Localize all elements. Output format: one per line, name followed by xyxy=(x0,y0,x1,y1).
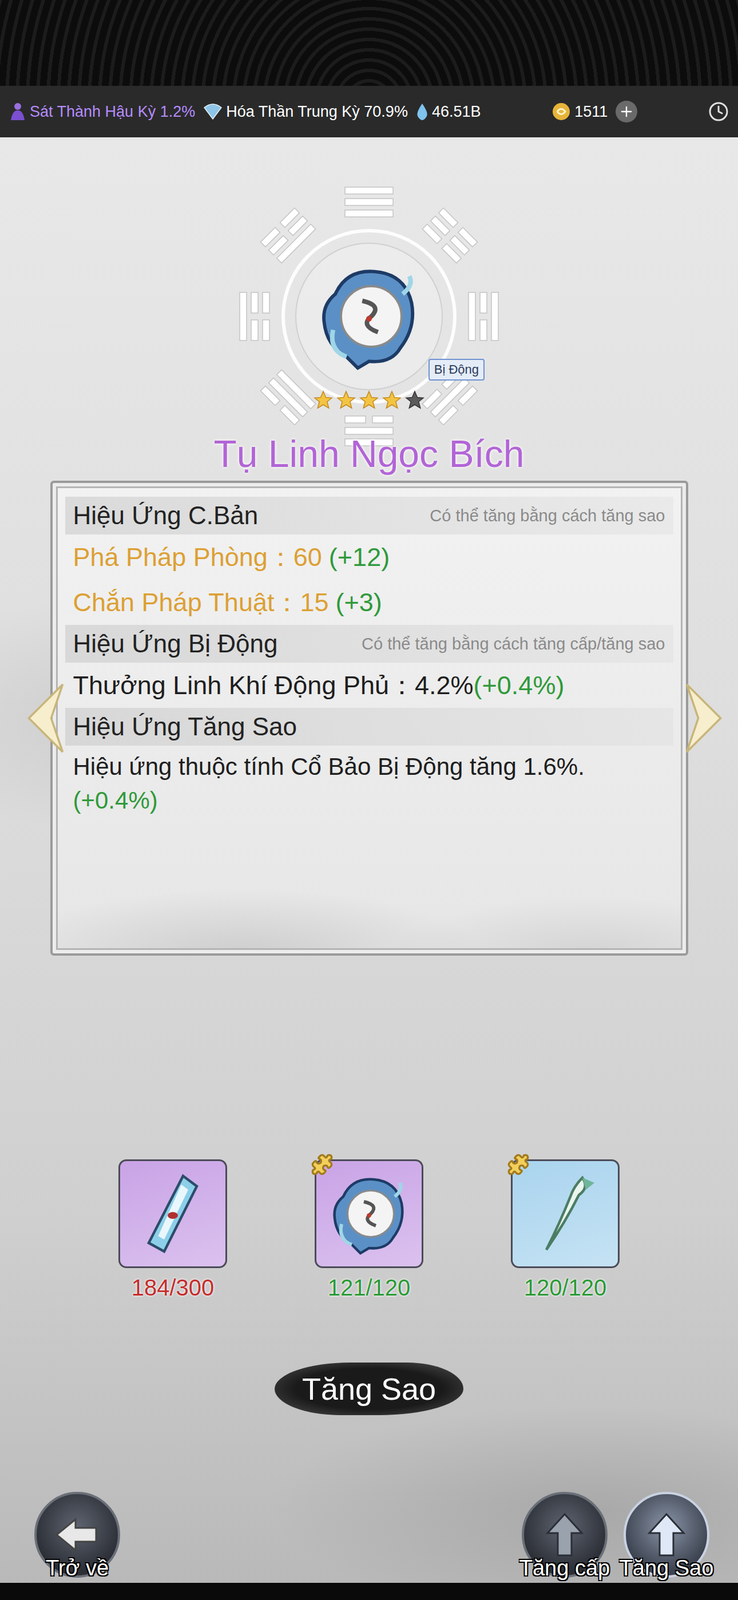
section-title: Hiệu Ứng Tăng Sao xyxy=(73,712,297,741)
puzzle-icon xyxy=(506,1152,530,1176)
section-title: Hiệu Ứng C.Bản xyxy=(73,501,259,530)
material-frame xyxy=(314,1159,424,1268)
section-hint: Có thể tăng bằng cách tăng sao xyxy=(429,506,665,526)
clock-icon[interactable] xyxy=(708,101,729,122)
artifact-hero: Bị ĐộngTụ Linh Ngọc Bích xyxy=(0,137,738,458)
up-arrow-icon xyxy=(538,1508,591,1561)
nav-tab[interactable]: Tăng Sao xyxy=(617,1491,716,1581)
material-frame xyxy=(118,1159,228,1268)
effect-section: Hiệu Ứng Tăng Sao Hiệu ứng thuộc tính Cổ … xyxy=(65,707,674,823)
realm-stat: Sát Thành Hậu Kỳ 1.2% xyxy=(9,101,196,122)
fragment-badge xyxy=(506,1152,530,1178)
artifact-name: Tụ Linh Ngọc Bích xyxy=(213,429,525,479)
bonus-value: (+3) xyxy=(335,587,383,617)
material-count: 120/120 xyxy=(524,1274,607,1301)
effect-line: Hiệu ứng thuộc tính Cổ Bảo Bị Động tăng … xyxy=(65,745,674,823)
next-arrow[interactable] xyxy=(683,680,725,756)
section-header: Hiệu Ứng Bị Động Có thể tăng bằng cách tă… xyxy=(65,624,674,663)
fragment-badge xyxy=(310,1152,334,1178)
material-count: 121/120 xyxy=(327,1274,411,1301)
add-coins-button[interactable] xyxy=(615,100,638,123)
nav-tab[interactable]: Tăng cấp xyxy=(516,1491,614,1581)
back-label: Trở về xyxy=(45,1555,109,1581)
effect-line: Chắn Pháp Thuật：15(+3) xyxy=(65,579,674,625)
star-rating xyxy=(312,389,426,411)
main-area: Bị ĐộngTụ Linh Ngọc BíchHiệu Ứng C.BảnCó… xyxy=(0,137,738,1583)
section-header: Hiệu Ứng C.Bản Có thể tăng bằng cách tăng… xyxy=(65,496,674,535)
nav-tabs: Tăng cấp Tăng Sao xyxy=(516,1491,716,1581)
effect-line: Phá Pháp Phòng：60(+12) xyxy=(65,534,674,580)
jade-disc-icon xyxy=(312,260,426,373)
star-icon xyxy=(358,389,380,411)
bonus-value: (+12) xyxy=(328,542,390,572)
crystal-shard-icon xyxy=(129,1170,216,1257)
bottom-strip xyxy=(0,1582,738,1600)
tab-label: Tăng cấp xyxy=(519,1555,610,1581)
coin-icon xyxy=(551,101,571,122)
fan-icon xyxy=(203,102,223,121)
puzzle-icon xyxy=(310,1152,334,1176)
effect-line: Thưởng Linh Khí Động Phủ：4.2%(+0.4%) xyxy=(65,662,674,708)
bottom-nav: Trở về Tăng cấp Tăng Sao xyxy=(0,1491,738,1583)
section-title: Hiệu Ứng Bị Động xyxy=(73,629,279,658)
star-icon xyxy=(312,389,334,411)
section-header: Hiệu Ứng Tăng Sao xyxy=(65,707,674,746)
back-button[interactable]: Trở về xyxy=(28,1491,126,1581)
upgrade-star-button[interactable]: Tăng Sao xyxy=(274,1362,464,1415)
artifact-star-page: Sát Thành Hậu Kỳ 1.2% Hóa Thần Trung Kỳ 7… xyxy=(0,0,738,1600)
coin-stat: 1511 xyxy=(551,101,608,122)
material-item[interactable]: 121/120 xyxy=(314,1159,424,1301)
star-icon xyxy=(404,389,426,411)
bonus-value: (+0.4%) xyxy=(73,783,666,818)
cultivation-stat: Hóa Thần Trung Kỳ 70.9% xyxy=(203,102,408,121)
top-band xyxy=(0,0,738,86)
tab-label: Tăng Sao xyxy=(619,1555,714,1581)
effects-panel-wrap: Hiệu Ứng C.Bản Có thể tăng bằng cách tăng… xyxy=(0,480,738,956)
effect-section: Hiệu Ứng C.Bản Có thể tăng bằng cách tăng… xyxy=(65,496,674,625)
material-item[interactable]: 184/300 xyxy=(118,1159,228,1301)
section-hint: Có thể tăng bằng cách tăng cấp/tăng sao xyxy=(361,634,665,654)
previous-arrow[interactable] xyxy=(25,680,67,756)
material-count: 184/300 xyxy=(131,1274,215,1301)
artifact-image: Bị Động xyxy=(312,260,426,373)
star-icon xyxy=(381,389,403,411)
material-item[interactable]: 120/120 xyxy=(510,1159,620,1301)
back-arrow-icon xyxy=(51,1508,103,1561)
effects-panel: Hiệu Ứng C.Bản Có thể tăng bằng cách tăng… xyxy=(50,480,689,956)
realm-figure-icon xyxy=(9,101,27,122)
spirit-drop-icon xyxy=(415,102,429,121)
effect-section: Hiệu Ứng Bị Động Có thể tăng bằng cách tă… xyxy=(65,624,674,708)
spirit-stone-stat: 46.51B xyxy=(415,102,482,121)
material-row: 184/300 121/120 120/120 xyxy=(118,1159,620,1301)
up-arrow-icon xyxy=(640,1508,693,1561)
status-bar: Sát Thành Hậu Kỳ 1.2% Hóa Thần Trung Kỳ 7… xyxy=(0,85,738,138)
bonus-value: (+0.4%) xyxy=(473,670,565,700)
star-icon xyxy=(335,389,357,411)
plus-icon xyxy=(618,103,635,120)
jade-blade-icon xyxy=(522,1170,609,1257)
jade-disc-icon xyxy=(326,1170,412,1257)
passive-badge: Bị Động xyxy=(428,358,485,381)
material-frame xyxy=(510,1159,620,1268)
